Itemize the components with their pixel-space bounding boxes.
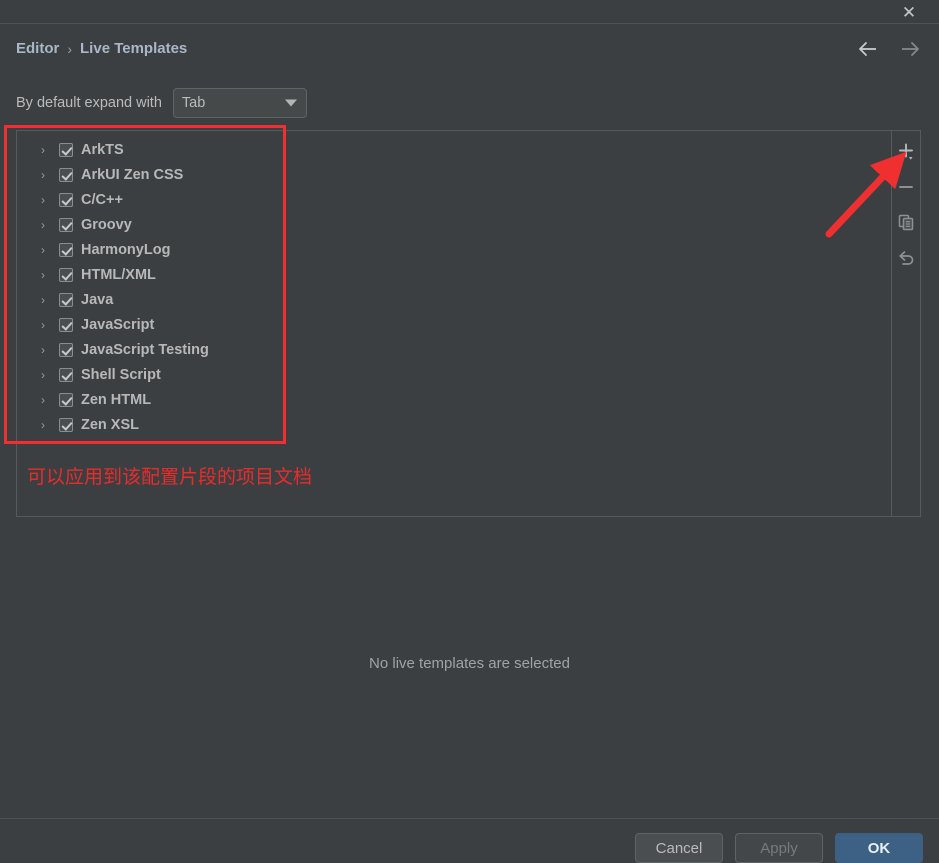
- apply-button[interactable]: Apply: [735, 833, 823, 863]
- tree-row-checkbox[interactable]: [59, 142, 73, 157]
- chevron-right-icon[interactable]: ›: [41, 212, 59, 237]
- tree-row-checkbox[interactable]: [59, 292, 73, 307]
- chevron-right-icon[interactable]: ›: [41, 187, 59, 212]
- tree-row-label: HTML/XML: [81, 266, 156, 283]
- chevron-right-icon[interactable]: ›: [41, 412, 59, 437]
- tree-row-label: Groovy: [81, 216, 132, 233]
- chevron-right-icon[interactable]: ›: [41, 287, 59, 312]
- tree-row-label: Shell Script: [81, 366, 161, 383]
- breadcrumb: Editor › Live Templates: [16, 40, 187, 57]
- tree-row[interactable]: › JavaScript Testing: [17, 337, 889, 362]
- tree-row[interactable]: › HarmonyLog: [17, 237, 889, 262]
- tree-row[interactable]: › HTML/XML: [17, 262, 889, 287]
- chevron-down-icon: [284, 99, 297, 107]
- chevron-right-icon[interactable]: ›: [41, 337, 59, 362]
- live-templates-dialog: ✕ Editor › Live Templates By default exp…: [0, 0, 939, 863]
- chevron-right-icon[interactable]: ›: [41, 362, 59, 387]
- tree-row-checkbox[interactable]: [59, 217, 73, 232]
- tree-row[interactable]: › C/C++: [17, 187, 889, 212]
- tree-row-label: HarmonyLog: [81, 241, 171, 258]
- revert-template-button[interactable]: [892, 244, 920, 270]
- breadcrumb-parent[interactable]: Editor: [16, 40, 59, 57]
- copy-template-button[interactable]: [892, 209, 920, 235]
- tree-row-label: Zen HTML: [81, 391, 152, 408]
- chevron-right-icon[interactable]: ›: [41, 237, 59, 262]
- tree-row[interactable]: › Zen XSL: [17, 412, 889, 437]
- add-template-button[interactable]: [892, 139, 920, 165]
- footer-separator: [0, 818, 939, 819]
- tree-row-label: JavaScript: [81, 316, 155, 333]
- expand-with-select[interactable]: Tab: [172, 88, 307, 118]
- remove-template-button[interactable]: [892, 174, 920, 200]
- tree-row[interactable]: › Shell Script: [17, 362, 889, 387]
- tree-row-checkbox[interactable]: [59, 267, 73, 282]
- tree-row-label: ArkTS: [81, 141, 124, 158]
- tree-row[interactable]: › Java: [17, 287, 889, 312]
- cancel-button[interactable]: Cancel: [635, 833, 723, 863]
- navigation-arrows: [857, 38, 921, 60]
- close-icon[interactable]: ✕: [895, 0, 923, 24]
- arrow-left-icon[interactable]: [857, 38, 879, 60]
- chevron-right-icon[interactable]: ›: [41, 162, 59, 187]
- chevron-right-icon[interactable]: ›: [41, 387, 59, 412]
- empty-state-message: No live templates are selected: [369, 655, 570, 672]
- tree-row-checkbox[interactable]: [59, 417, 73, 432]
- chevron-right-icon[interactable]: ›: [41, 312, 59, 337]
- templates-panel: › ArkTS › ArkUI Zen CSS › C/C++ › Groovy › Harmon…: [16, 130, 921, 517]
- tree-row-label: JavaScript Testing: [81, 341, 209, 358]
- tree-row[interactable]: › ArkUI Zen CSS: [17, 162, 889, 187]
- dialog-footer: Cancel Apply OK: [635, 833, 923, 863]
- template-group-tree[interactable]: › ArkTS › ArkUI Zen CSS › C/C++ › Groovy › Harmon…: [17, 137, 889, 437]
- breadcrumb-current: Live Templates: [80, 40, 188, 57]
- tree-row-checkbox[interactable]: [59, 342, 73, 357]
- annotation-note: 可以应用到该配置片段的项目文档: [27, 466, 313, 488]
- chevron-right-icon[interactable]: ›: [41, 137, 59, 162]
- tree-row-checkbox[interactable]: [59, 242, 73, 257]
- expand-with-value: Tab: [181, 95, 206, 111]
- tree-row-checkbox[interactable]: [59, 392, 73, 407]
- chevron-right-icon[interactable]: ›: [41, 262, 59, 287]
- breadcrumb-separator: ›: [67, 40, 73, 57]
- tree-row-label: Java: [81, 291, 114, 308]
- tree-row-checkbox[interactable]: [59, 192, 73, 207]
- tree-toolbar: [892, 131, 920, 270]
- arrow-right-icon[interactable]: [899, 38, 921, 60]
- tree-row-checkbox[interactable]: [59, 167, 73, 182]
- title-bar: ✕: [0, 0, 939, 24]
- tree-row-checkbox[interactable]: [59, 367, 73, 382]
- tree-row-label: C/C++: [81, 191, 123, 208]
- tree-row[interactable]: › ArkTS: [17, 137, 889, 162]
- tree-row-label: ArkUI Zen CSS: [81, 166, 184, 183]
- tree-row[interactable]: › Groovy: [17, 212, 889, 237]
- ok-button[interactable]: OK: [835, 833, 923, 863]
- tree-row[interactable]: › JavaScript: [17, 312, 889, 337]
- expand-with-row: By default expand with Tab: [16, 88, 307, 118]
- expand-with-label: By default expand with: [16, 95, 162, 111]
- tree-row-checkbox[interactable]: [59, 317, 73, 332]
- tree-row-label: Zen XSL: [81, 416, 140, 433]
- tree-row[interactable]: › Zen HTML: [17, 387, 889, 412]
